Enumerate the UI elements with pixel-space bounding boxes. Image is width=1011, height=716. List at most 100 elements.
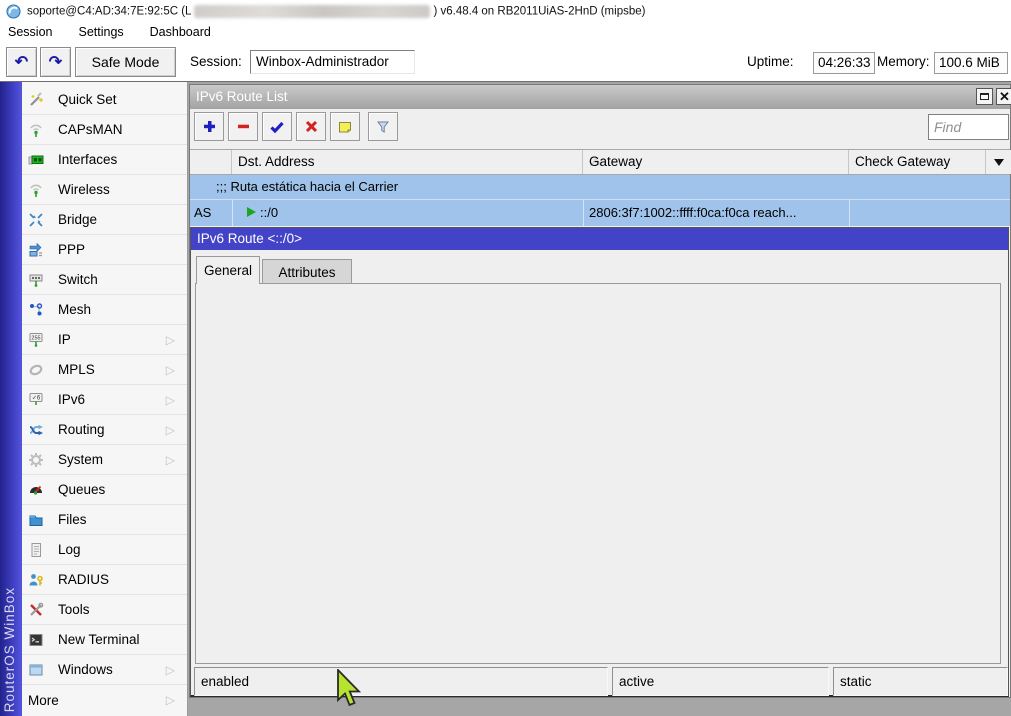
comment-button[interactable] xyxy=(330,112,360,141)
routing-icon xyxy=(28,422,44,438)
menu-settings[interactable]: Settings xyxy=(78,23,133,41)
sidebar-item-more[interactable]: More ▷ xyxy=(22,685,187,715)
column-header-check-gateway[interactable]: Check Gateway xyxy=(849,150,986,174)
enable-route-button[interactable] xyxy=(262,112,292,141)
sidebar-item-radius[interactable]: RADIUS xyxy=(22,565,187,595)
route-gateway: 2806:3f7:1002::ffff:f0ca:f0ca reach... xyxy=(589,205,796,220)
sidebar-item-ip[interactable]: 255 IP ▷ xyxy=(22,325,187,355)
sidebar-item-ppp[interactable]: PPP xyxy=(22,235,187,265)
sidebar-item-log[interactable]: Log xyxy=(22,535,187,565)
uptime-value: 04:26:33 xyxy=(813,52,875,74)
svg-text:255: 255 xyxy=(31,335,40,341)
mesh-icon xyxy=(28,302,44,318)
window-title: soporte@C4:AD:34:7E:92:5C (L) v6.48.4 on… xyxy=(27,5,645,18)
memory-value: 100.6 MiB xyxy=(934,52,1008,74)
comment-note-icon xyxy=(337,119,353,135)
wireless-icon xyxy=(28,182,44,198)
find-input[interactable] xyxy=(928,114,1009,140)
route-comment-text: ;;; Ruta estática hacia el Carrier xyxy=(216,179,398,194)
sidebar-item-routing[interactable]: Routing ▷ xyxy=(22,415,187,445)
sidebar-item-ipv6[interactable]: ✓6 IPv6 ▷ xyxy=(22,385,187,415)
status-static: static xyxy=(833,667,1008,696)
sidebar-item-new-terminal[interactable]: New Terminal xyxy=(22,625,187,655)
submenu-arrow-icon: ▷ xyxy=(166,693,175,707)
close-icon: ✕ xyxy=(999,90,1010,103)
sidebar-item-files[interactable]: Files xyxy=(22,505,187,535)
route-list-toolbar xyxy=(190,109,1010,148)
submenu-arrow-icon: ▷ xyxy=(166,393,175,407)
menu-session[interactable]: Session xyxy=(8,23,62,41)
sidebar-item-windows[interactable]: Windows ▷ xyxy=(22,655,187,685)
enable-check-icon xyxy=(269,119,285,135)
maximize-button[interactable] xyxy=(976,88,993,105)
column-header-flags[interactable] xyxy=(190,150,232,174)
submenu-arrow-icon: ▷ xyxy=(166,423,175,437)
tab-attributes[interactable]: Attributes xyxy=(262,259,352,284)
disable-route-button[interactable] xyxy=(296,112,326,141)
redo-button[interactable]: ↷ xyxy=(40,47,71,77)
route-table-header: Dst. Address Gateway Check Gateway xyxy=(190,149,1010,175)
main-toolbar: ↶ ↷ Safe Mode Session: Winbox-Administra… xyxy=(0,42,1011,82)
dialog-titlebar[interactable]: IPv6 Route <::/0> xyxy=(191,228,1008,250)
route-row[interactable]: AS ::/0 2806:3f7:1002::ffff:f0ca:f0ca re… xyxy=(190,200,1010,226)
sidebar-item-bridge[interactable]: Bridge xyxy=(22,205,187,235)
brand-strip: RouterOS WinBox xyxy=(0,82,22,716)
sidebar-item-mpls[interactable]: MPLS ▷ xyxy=(22,355,187,385)
column-select-button[interactable] xyxy=(986,150,1011,174)
column-header-gateway[interactable]: Gateway xyxy=(583,150,849,174)
sidebar-item-switch[interactable]: Switch xyxy=(22,265,187,295)
submenu-arrow-icon: ▷ xyxy=(166,363,175,377)
uptime-label: Uptime: xyxy=(747,54,794,69)
status-active: active xyxy=(612,667,829,696)
sidebar-item-system[interactable]: System ▷ xyxy=(22,445,187,475)
menubar: Session Settings Dashboard xyxy=(0,22,1011,42)
mpls-icon xyxy=(28,362,44,378)
route-dst-address: ::/0 xyxy=(260,205,278,220)
safe-mode-button[interactable]: Safe Mode xyxy=(75,47,176,77)
sidebar-item-capsman[interactable]: CAPsMAN xyxy=(22,115,187,145)
bridge-icon xyxy=(28,212,44,228)
ipv6-icon: ✓6 xyxy=(28,392,44,408)
add-route-button[interactable] xyxy=(194,112,224,141)
sidebar-item-quick-set[interactable]: Quick Set xyxy=(22,85,187,115)
route-list-titlebar[interactable]: IPv6 Route List xyxy=(190,85,1010,109)
sidebar-item-tools[interactable]: Tools xyxy=(22,595,187,625)
filter-button[interactable] xyxy=(368,112,398,141)
terminal-icon xyxy=(28,632,44,648)
sidebar-item-wireless[interactable]: Wireless xyxy=(22,175,187,205)
windows-icon xyxy=(28,662,44,678)
filter-funnel-icon xyxy=(375,119,391,135)
column-header-dst-address[interactable]: Dst. Address xyxy=(232,150,583,174)
remove-icon xyxy=(236,119,251,134)
maximize-icon xyxy=(980,93,989,100)
status-enabled: enabled xyxy=(194,667,608,696)
column-select-icon xyxy=(994,159,1004,166)
session-field[interactable]: Winbox-Administrador xyxy=(250,50,415,74)
route-comment-row[interactable]: ;;; Ruta estática hacia el Carrier xyxy=(190,175,1010,200)
undo-button[interactable]: ↶ xyxy=(6,47,37,77)
tools-icon xyxy=(28,602,44,618)
sidebar-item-mesh[interactable]: Mesh xyxy=(22,295,187,325)
svg-text:✓6: ✓6 xyxy=(32,395,41,401)
submenu-arrow-icon: ▷ xyxy=(166,663,175,677)
remove-route-button[interactable] xyxy=(228,112,258,141)
redacted-identity xyxy=(194,5,430,18)
quick-set-icon xyxy=(28,92,44,108)
sidebar-item-queues[interactable]: Queues xyxy=(22,475,187,505)
system-gear-icon xyxy=(28,452,44,468)
add-icon xyxy=(202,119,217,134)
winbox-app-icon xyxy=(6,4,21,19)
submenu-arrow-icon: ▷ xyxy=(166,453,175,467)
route-flags: AS xyxy=(194,205,211,220)
radius-icon xyxy=(28,572,44,588)
menu-dashboard[interactable]: Dashboard xyxy=(150,23,221,41)
files-folder-icon xyxy=(28,512,44,528)
close-button[interactable]: ✕ xyxy=(996,88,1011,105)
switch-icon xyxy=(28,272,44,288)
routeros-winbox-brand: RouterOS WinBox xyxy=(2,587,17,712)
capsman-icon xyxy=(28,122,44,138)
sidebar-item-interfaces[interactable]: Interfaces xyxy=(22,145,187,175)
ppp-icon xyxy=(28,242,44,258)
tab-general[interactable]: General xyxy=(196,256,260,284)
queues-icon xyxy=(28,482,44,498)
